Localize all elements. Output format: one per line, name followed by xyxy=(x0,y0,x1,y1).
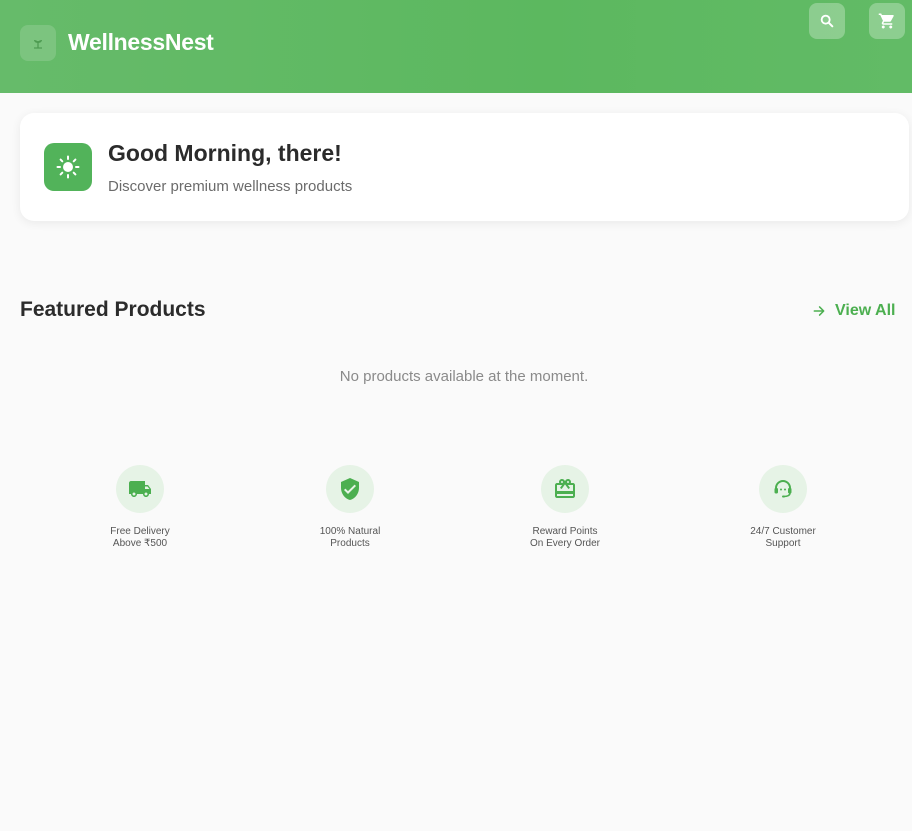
feature-icon-circle xyxy=(326,465,374,513)
app-title: WellnessNest xyxy=(68,29,214,55)
feature-reward-points: Reward Points On Every Order xyxy=(505,465,625,550)
logo xyxy=(20,25,56,61)
feature-label: Reward Points On Every Order xyxy=(529,526,601,549)
greeting-title: Good Morning, there! xyxy=(108,140,342,166)
leaf-logo-icon xyxy=(34,40,42,49)
verified-shield-icon xyxy=(341,478,359,500)
feature-label: 100% Natural Products xyxy=(319,526,381,549)
gift-card-icon xyxy=(555,479,575,498)
feature-customer-support: 24/7 Customer Support xyxy=(723,465,843,550)
greeting-icon-box xyxy=(44,143,92,191)
app-bar: WellnessNest xyxy=(0,0,912,93)
view-all-label: View All xyxy=(835,302,896,319)
empty-products-message: No products available at the moment. xyxy=(339,368,589,385)
support-agent-icon xyxy=(774,480,792,498)
search-icon xyxy=(820,14,834,28)
search-button[interactable] xyxy=(809,3,845,39)
greeting-subtitle: Discover premium wellness products xyxy=(108,178,353,195)
feature-icon-circle xyxy=(116,465,164,513)
feature-natural-products: 100% Natural Products xyxy=(290,465,410,550)
greeting-card: Good Morning, there! Discover premium we… xyxy=(20,113,909,221)
shopping-cart-icon xyxy=(878,13,894,29)
feature-label: Free Delivery Above ₹500 xyxy=(110,526,170,549)
feature-icon-circle xyxy=(759,465,807,513)
cart-button[interactable] xyxy=(869,3,905,39)
feature-icon-circle xyxy=(541,465,589,513)
featured-products-title: Featured Products xyxy=(20,298,206,321)
feature-label: 24/7 Customer Support xyxy=(750,526,816,549)
view-all-button[interactable]: View All xyxy=(812,301,895,321)
delivery-truck-icon xyxy=(129,481,151,497)
sun-icon xyxy=(56,155,80,179)
feature-free-delivery: Free Delivery Above ₹500 xyxy=(80,465,200,550)
arrow-right-icon xyxy=(813,306,825,316)
